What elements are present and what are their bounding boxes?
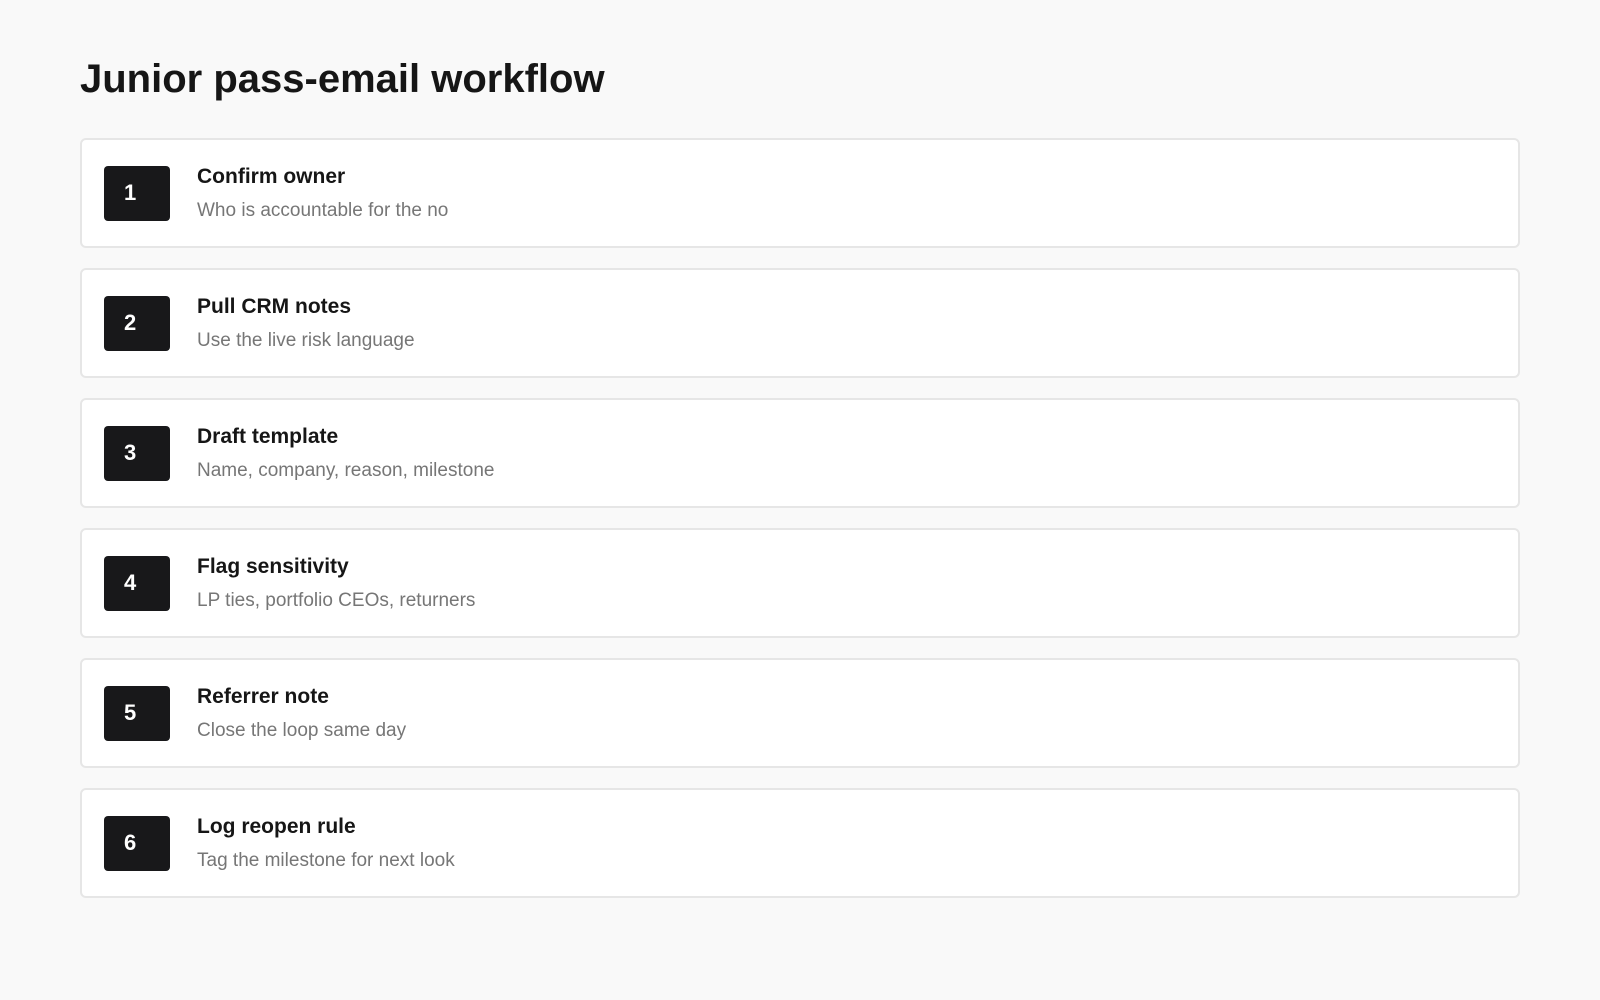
- step-description: Use the live risk language: [197, 329, 415, 351]
- step-card-2: 2 Pull CRM notes Use the live risk langu…: [80, 268, 1520, 378]
- step-title: Flag sensitivity: [197, 554, 349, 578]
- step-number-badge: 2: [104, 295, 170, 351]
- step-number-badge: 4: [104, 555, 170, 611]
- page-title: Junior pass-email workflow: [80, 57, 605, 101]
- step-title: Referrer note: [197, 684, 329, 708]
- step-number-badge: 1: [104, 165, 170, 221]
- step-card-6: 6 Log reopen rule Tag the milestone for …: [80, 788, 1520, 898]
- step-title: Pull CRM notes: [197, 294, 352, 318]
- step-card-4: 4 Flag sensitivity LP ties, portfolio CE…: [80, 528, 1520, 638]
- step-description: Name, company, reason, milestone: [197, 459, 495, 481]
- step-text: Log reopen rule Tag the milestone for ne…: [197, 815, 455, 872]
- step-list: 1 Confirm owner Who is accountable for t…: [80, 138, 1520, 898]
- step-text: Flag sensitivity LP ties, portfolio CEOs…: [197, 555, 475, 612]
- step-text: Referrer note Close the loop same day: [197, 685, 406, 742]
- step-title: Log reopen rule: [197, 814, 356, 838]
- step-card-1: 1 Confirm owner Who is accountable for t…: [80, 138, 1520, 248]
- workflow-page: Junior pass-email workflow 1 Confirm own…: [0, 0, 1600, 1000]
- step-card-5: 5 Referrer note Close the loop same day: [80, 658, 1520, 768]
- step-title: Confirm owner: [197, 164, 346, 188]
- step-description: LP ties, portfolio CEOs, returners: [197, 589, 476, 611]
- step-number-badge: 5: [104, 685, 170, 741]
- step-description: Tag the milestone for next look: [197, 849, 455, 871]
- step-card-3: 3 Draft template Name, company, reason, …: [80, 398, 1520, 508]
- step-text: Pull CRM notes Use the live risk languag…: [197, 295, 415, 352]
- step-number-badge: 6: [104, 815, 170, 871]
- step-title: Draft template: [197, 424, 339, 448]
- step-number-badge: 3: [104, 425, 170, 481]
- step-text: Confirm owner Who is accountable for the…: [197, 165, 448, 222]
- step-description: Close the loop same day: [197, 719, 407, 741]
- step-description: Who is accountable for the no: [197, 199, 449, 221]
- step-text: Draft template Name, company, reason, mi…: [197, 425, 494, 482]
